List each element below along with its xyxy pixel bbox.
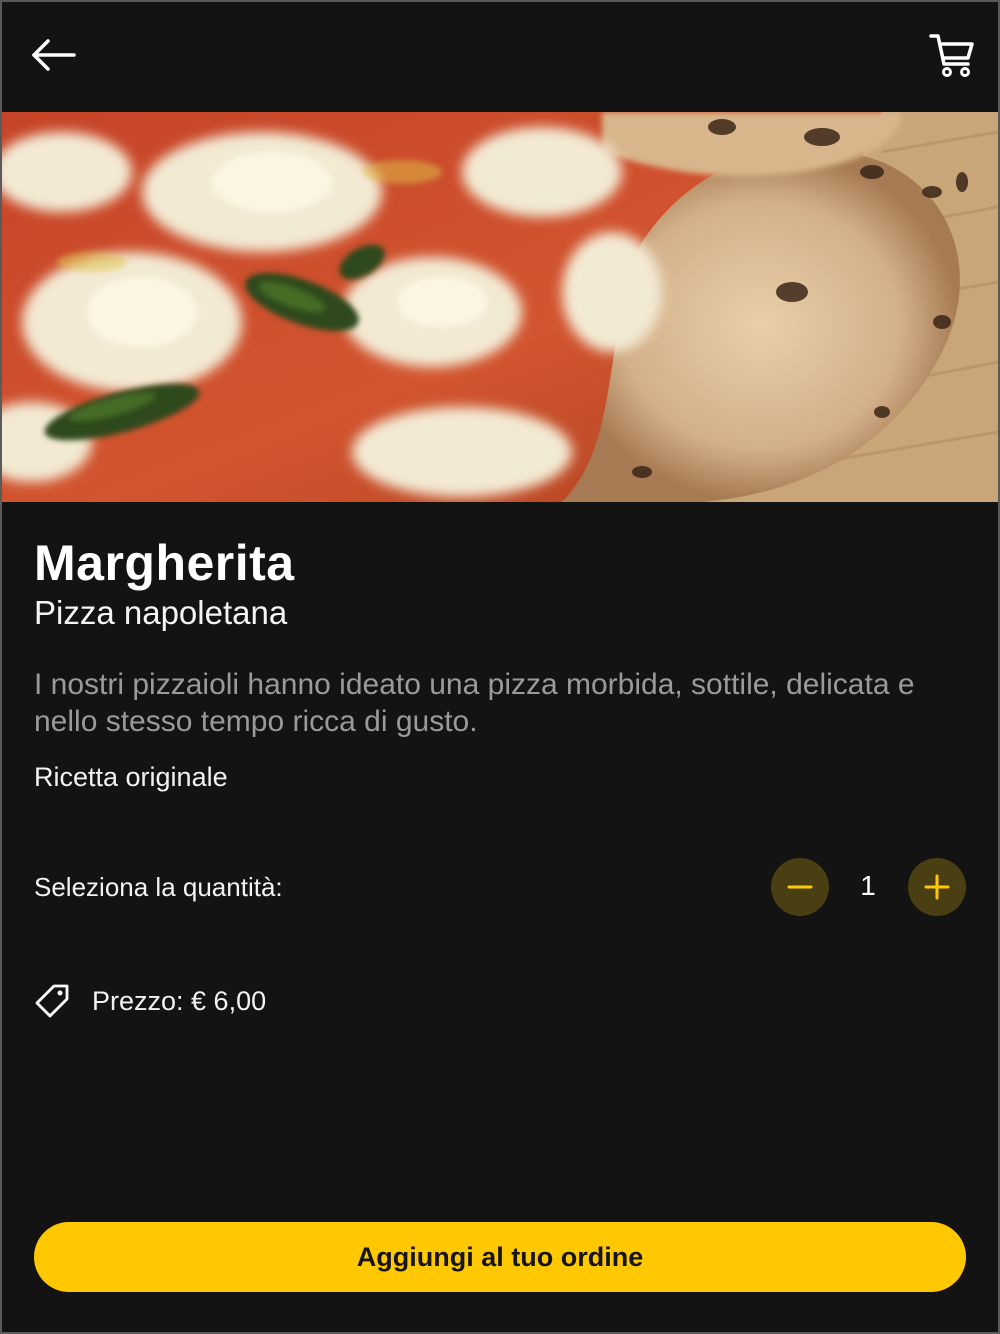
product-category: Pizza napoletana [34, 594, 288, 631]
quantity-label: Seleziona la quantità: [34, 872, 283, 902]
add-to-order-button[interactable]: Aggiungi al tuo ordine [34, 1222, 966, 1292]
product-description: I nostri pizzaioli hanno ideato una pizz… [34, 668, 915, 738]
back-button[interactable] [28, 32, 80, 78]
product-note: Ricetta originale [34, 762, 228, 792]
margherita-pizza-photo [2, 112, 998, 502]
quantity-value: 1 [860, 870, 876, 901]
price-text: Prezzo: € 6,00 [92, 985, 267, 1016]
product-name: Margherita [34, 535, 295, 591]
increment-quantity-button[interactable] [908, 858, 966, 916]
minus-icon [787, 885, 813, 889]
cart-button[interactable] [928, 30, 976, 80]
arrow-left-icon [32, 39, 76, 71]
product-detail-screen: Margherita Pizza napoletana I nostri piz… [0, 0, 1000, 1334]
top-bar [2, 2, 998, 112]
product-hero-image [2, 112, 998, 502]
price-row: Prezzo: € 6,00 [34, 980, 266, 1022]
price-tag-icon [35, 984, 69, 1018]
decrement-quantity-button[interactable] [771, 858, 829, 916]
shopping-cart-icon [929, 34, 974, 77]
plus-icon [924, 874, 950, 900]
